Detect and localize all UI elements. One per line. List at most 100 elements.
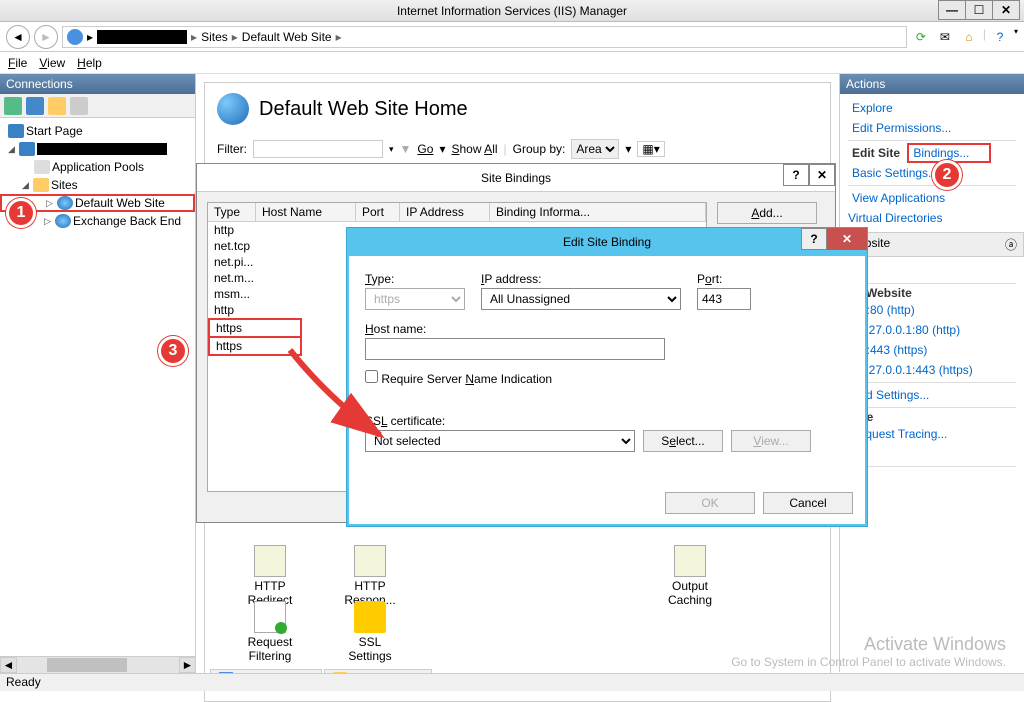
- annotation-arrow: [280, 340, 400, 450]
- action-view-vdir[interactable]: Virtual Directories: [848, 208, 1016, 228]
- icon-output-caching[interactable]: Output Caching: [660, 545, 720, 607]
- window-controls: — ☐ ✕: [939, 0, 1020, 20]
- watermark-subtitle: Go to System in Control Panel to activat…: [731, 655, 1006, 669]
- home-icon[interactable]: ⌂: [959, 27, 979, 47]
- dialog-edit-site-binding: Edit Site Binding ? ✕ Type: https IP add…: [346, 227, 868, 527]
- editbinding-close-button[interactable]: ✕: [827, 228, 867, 250]
- status-bar: Ready: [0, 673, 1024, 691]
- col-type[interactable]: Type: [208, 203, 256, 221]
- col-ip[interactable]: IP Address: [400, 203, 490, 221]
- showall-button[interactable]: Show All: [451, 142, 497, 156]
- icon-request-filtering[interactable]: Request Filtering: [240, 601, 300, 663]
- cancel-button[interactable]: Cancel: [763, 492, 853, 514]
- server-icon: [19, 142, 35, 156]
- bindings-help-button[interactable]: ?: [783, 164, 809, 186]
- startpage-icon: [8, 124, 24, 138]
- bindings-add-button[interactable]: Add...: [717, 202, 817, 224]
- bindings-columns: Type Host Name Port IP Address Binding I…: [208, 203, 706, 222]
- expand-icon[interactable]: ▷: [46, 198, 55, 209]
- ssl-select-button[interactable]: Select...: [643, 430, 723, 452]
- window-title: Internet Information Services (IIS) Mana…: [397, 4, 627, 18]
- ok-button: OK: [665, 492, 755, 514]
- feature-icons: HTTP Redirect HTTP Respon... Output Cach…: [240, 545, 720, 607]
- maximize-button[interactable]: ☐: [965, 0, 993, 20]
- up-icon[interactable]: [70, 97, 88, 115]
- ssl-view-button: View...: [731, 430, 811, 452]
- menu-file[interactable]: File: [8, 56, 27, 70]
- annotation-badge-3: 3: [158, 336, 188, 366]
- col-host[interactable]: Host Name: [256, 203, 356, 221]
- sni-checkbox-label[interactable]: Require Server Name Indication: [365, 370, 849, 386]
- bindings-title: Site Bindings: [481, 171, 551, 185]
- collapse-icon[interactable]: ◢: [8, 144, 17, 155]
- close-button[interactable]: ✕: [992, 0, 1020, 20]
- col-port[interactable]: Port: [356, 203, 400, 221]
- back-button[interactable]: ◄: [6, 25, 30, 49]
- forward-button[interactable]: ►: [34, 25, 58, 49]
- ip-select[interactable]: All Unassigned: [481, 288, 681, 310]
- editbinding-help-button[interactable]: ?: [801, 228, 827, 250]
- icon-http-redirect[interactable]: HTTP Redirect: [240, 545, 300, 607]
- activate-windows-watermark: Activate Windows Go to System in Control…: [731, 634, 1006, 669]
- page-title-area: Default Web Site Home: [205, 83, 830, 135]
- filter-bar: Filter: ▾ ▼ Go ▾ Show All | Group by: Ar…: [205, 135, 830, 164]
- action-view-applications[interactable]: View Applications: [848, 188, 1016, 208]
- refresh-icon[interactable]: ⟳: [911, 27, 931, 47]
- action-edit-permissions[interactable]: Edit Permissions...: [848, 118, 1016, 138]
- col-info[interactable]: Binding Informa...: [490, 203, 706, 221]
- save-icon[interactable]: [26, 97, 44, 115]
- chevron-up-icon[interactable]: ⓐ: [1005, 236, 1017, 253]
- ssl-cert-select[interactable]: Not selected: [365, 430, 635, 452]
- bindings-close-button[interactable]: ✕: [809, 164, 835, 186]
- expand-icon[interactable]: ▷: [44, 216, 53, 227]
- port-input[interactable]: [697, 288, 751, 310]
- action-explore[interactable]: Explore: [848, 98, 1016, 118]
- tree-app-pools[interactable]: Application Pools: [0, 158, 195, 176]
- label-ssl-cert: SSL certificate:: [365, 414, 849, 428]
- breadcrumb[interactable]: ▸ ▸ Sites ▸ Default Web Site ▸: [62, 26, 907, 48]
- hostname-input[interactable]: [365, 338, 665, 360]
- minimize-button[interactable]: —: [938, 0, 966, 20]
- collapse-icon[interactable]: ◢: [22, 180, 31, 191]
- annotation-badge-2: 2: [932, 160, 962, 190]
- section-edit-site: Edit Site: [848, 142, 904, 162]
- breadcrumb-sites[interactable]: Sites: [201, 30, 228, 44]
- page-title: Default Web Site Home: [259, 98, 468, 121]
- label-type: Type:: [365, 272, 465, 286]
- site-icon: [55, 214, 71, 228]
- tree-server[interactable]: ◢: [0, 140, 195, 158]
- menu-view[interactable]: View: [39, 56, 65, 70]
- window-titlebar: Internet Information Services (IIS) Mana…: [0, 0, 1024, 22]
- type-select: https: [365, 288, 465, 310]
- tree-start-page[interactable]: Start Page: [0, 122, 195, 140]
- groupby-label: Group by:: [513, 142, 566, 156]
- view-icon[interactable]: ▦▾: [637, 141, 664, 157]
- apppools-icon: [34, 160, 50, 174]
- stop-icon[interactable]: ✉: [935, 27, 955, 47]
- folder-icon[interactable]: [48, 97, 66, 115]
- groupby-select[interactable]: Area: [571, 139, 619, 159]
- menu-help[interactable]: Help: [77, 56, 102, 70]
- filter-input[interactable]: [253, 140, 383, 158]
- connect-icon[interactable]: [4, 97, 22, 115]
- tree-sites[interactable]: ◢ Sites: [0, 176, 195, 194]
- connections-toolbar: [0, 94, 195, 118]
- connections-hscroll[interactable]: ◄►: [0, 656, 196, 673]
- menu-bar: File View Help: [0, 52, 1024, 74]
- annotation-badge-1: 1: [6, 198, 36, 228]
- bindings-titlebar: Site Bindings ? ✕: [197, 164, 835, 192]
- icon-http-respon[interactable]: HTTP Respon...: [340, 545, 400, 607]
- help-icon[interactable]: ?: [990, 27, 1010, 47]
- site-globe-icon: [217, 93, 249, 125]
- server-icon: [67, 29, 83, 45]
- editbinding-titlebar: Edit Site Binding ? ✕: [347, 228, 867, 256]
- label-port: Port:: [697, 272, 751, 286]
- go-button[interactable]: Go: [417, 142, 433, 156]
- actions-header: Actions: [840, 74, 1024, 94]
- breadcrumb-site[interactable]: Default Web Site: [242, 30, 332, 44]
- label-ip: IP address:: [481, 272, 681, 286]
- status-text: Ready: [6, 675, 41, 689]
- icon-ssl-settings[interactable]: SSL Settings: [340, 601, 400, 663]
- binding-row-https[interactable]: https: [208, 318, 302, 338]
- connections-panel: Connections Start Page ◢ Application Poo…: [0, 74, 196, 672]
